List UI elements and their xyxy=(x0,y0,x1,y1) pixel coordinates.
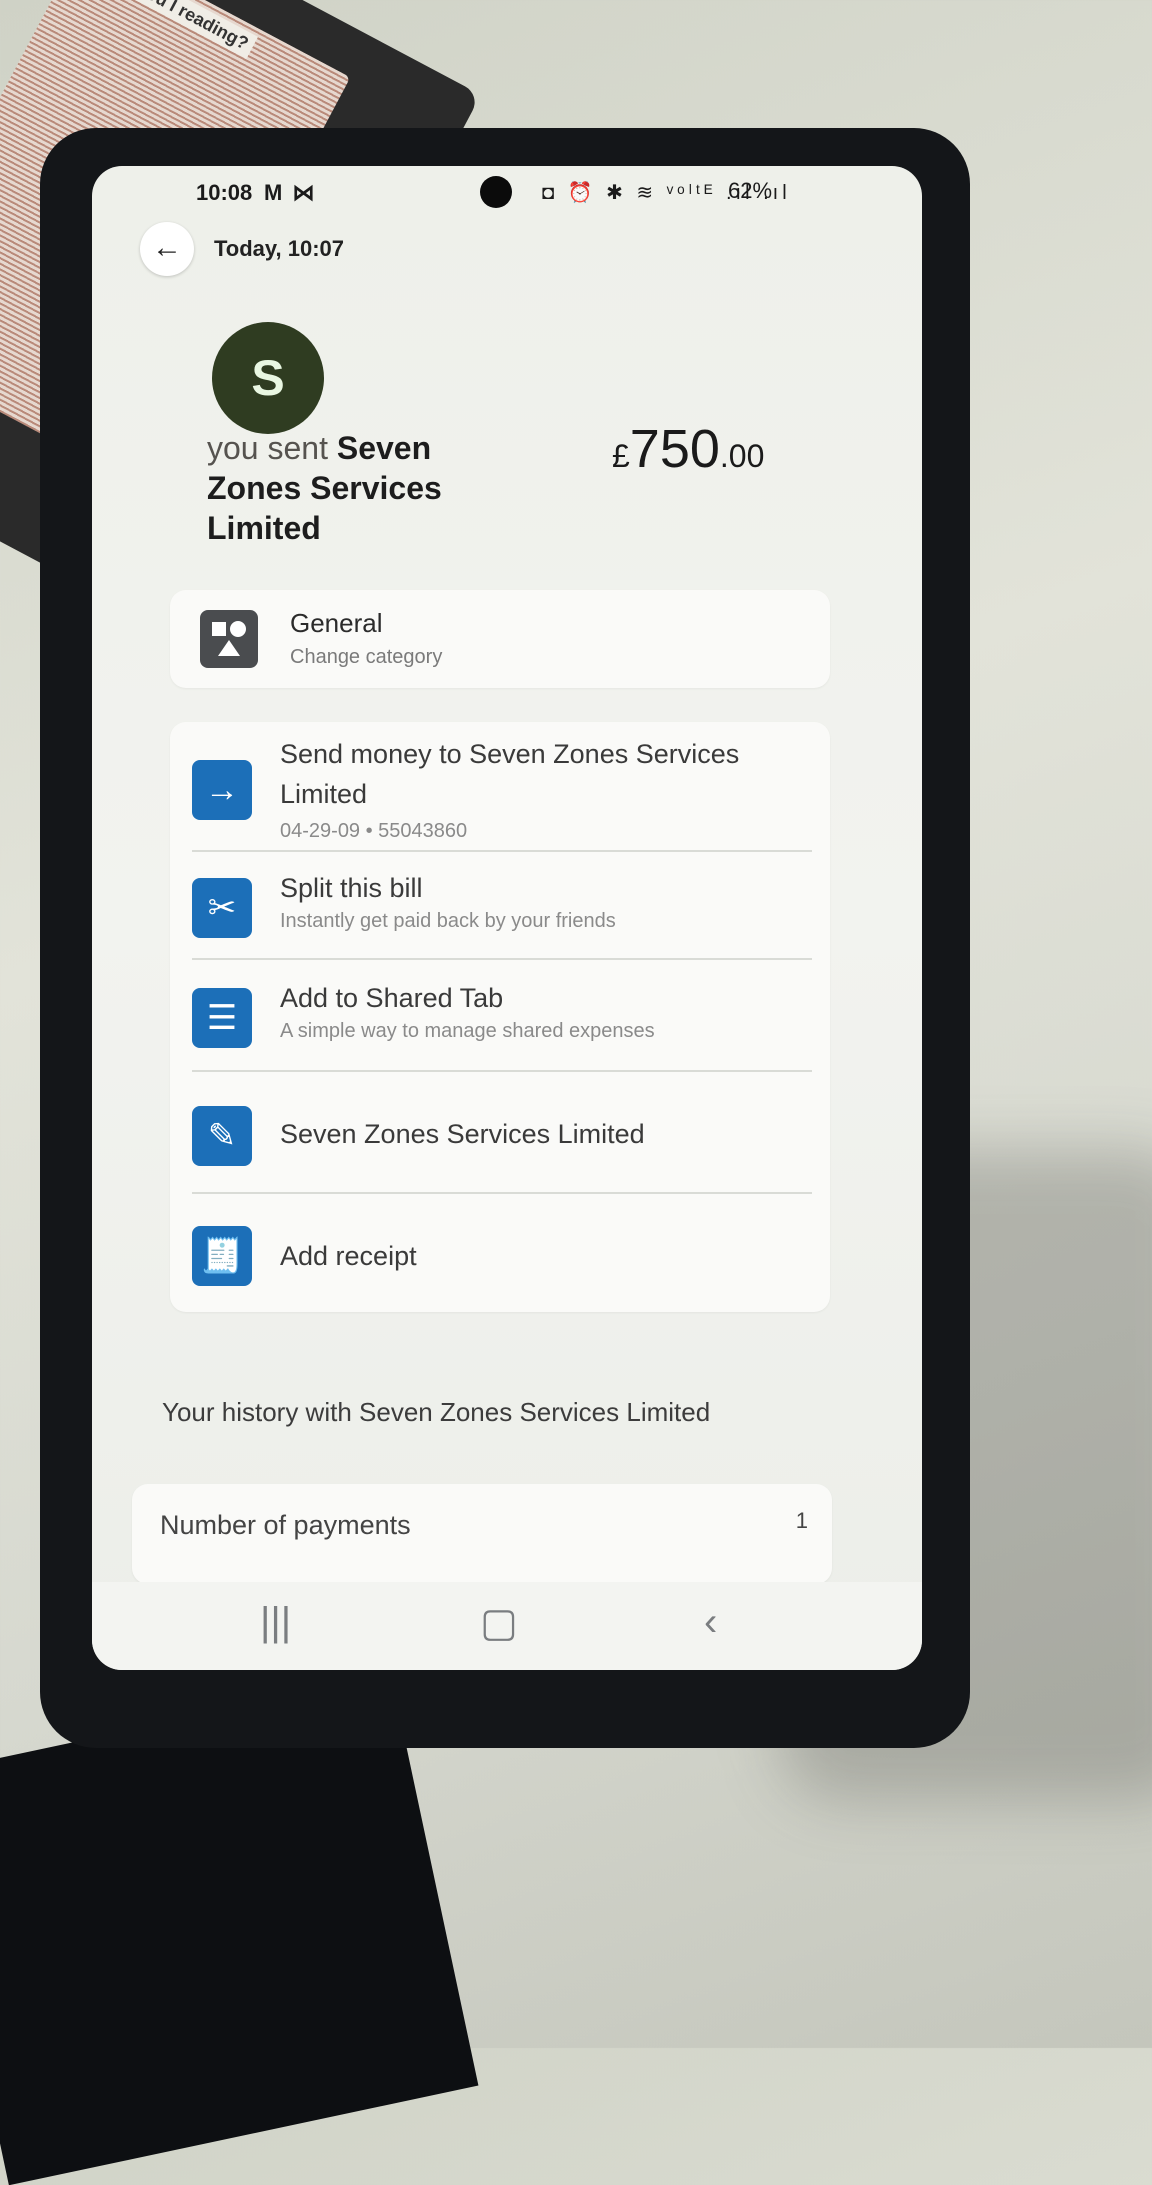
split-bill-row[interactable]: ✂ Split this bill Instantly get paid bac… xyxy=(170,862,830,952)
history-title: Your history with Seven Zones Services L… xyxy=(162,1397,711,1427)
split-bill-subtitle: Instantly get paid back by your friends xyxy=(280,910,616,932)
divider xyxy=(192,1070,812,1072)
battery-level: 62% xyxy=(728,178,773,203)
category-card[interactable]: General Change category xyxy=(170,590,830,688)
receipt-icon: 🧾 xyxy=(192,1226,252,1286)
amount-main: 750 xyxy=(629,419,720,479)
divider xyxy=(192,1192,812,1194)
send-money-row[interactable]: → Send money to Seven Zones Services Lim… xyxy=(170,734,830,844)
transaction-description: you sent Seven Zones Services Limited xyxy=(207,428,507,548)
history-value: 1 xyxy=(795,1508,808,1533)
transaction-amount: £750.00 xyxy=(612,418,764,480)
header: ← Today, 10:07 xyxy=(140,222,840,278)
pencil-icon: ✎ xyxy=(192,1106,252,1166)
status-time: 10:08 xyxy=(196,180,253,205)
change-category-link[interactable]: Change category xyxy=(290,646,442,669)
arrow-right-icon: → xyxy=(192,760,252,820)
transaction-prefix: you sent xyxy=(207,430,328,466)
arrow-left-icon: ← xyxy=(152,231,182,264)
shared-tab-subtitle: A simple way to manage shared expenses xyxy=(280,1020,655,1042)
camera-cutout xyxy=(480,176,512,208)
history-label: Number of payments xyxy=(160,1510,411,1540)
back-button[interactable]: ← xyxy=(140,222,194,276)
amount-decimal: .00 xyxy=(719,438,765,474)
history-card: Number of payments 1 xyxy=(132,1484,832,1584)
divider xyxy=(192,850,812,852)
account-details: 04-29-09 • 55043860 xyxy=(280,820,468,842)
category-title: General xyxy=(290,608,383,638)
split-bill-title: Split this bill xyxy=(280,873,423,903)
background-dark-object xyxy=(0,1674,479,2185)
home-button[interactable]: ▢ xyxy=(480,1600,518,1646)
send-money-title: Send money to Seven Zones Services Limit… xyxy=(280,739,740,809)
shared-tab-icon: ☰ xyxy=(192,988,252,1048)
split-bill-icon: ✂ xyxy=(192,878,252,938)
status-bar: 10:08 M ⋈ ◘ ⏰ ✱ ≋ ᵛᵒˡᵗᴱ .ıl .ıl 62% xyxy=(92,166,922,220)
edit-name-row[interactable]: ✎ Seven Zones Services Limited xyxy=(170,1084,830,1184)
edit-payee-name: Seven Zones Services Limited xyxy=(280,1119,645,1149)
currency-symbol: £ xyxy=(612,438,630,474)
phone-screen: 10:08 M ⋈ ◘ ⏰ ✱ ≋ ᵛᵒˡᵗᴱ .ıl .ıl 62% ← To… xyxy=(92,166,922,1670)
add-receipt-title: Add receipt xyxy=(280,1241,417,1271)
nav-back-button[interactable]: ‹ xyxy=(704,1600,717,1645)
actions-card: → Send money to Seven Zones Services Lim… xyxy=(170,722,830,1312)
category-shapes-icon xyxy=(200,610,258,668)
divider xyxy=(192,958,812,960)
header-title: Today, 10:07 xyxy=(214,236,345,261)
shared-tab-title: Add to Shared Tab xyxy=(280,983,504,1013)
system-nav-bar: ||| ▢ ‹ xyxy=(92,1582,922,1670)
recents-button[interactable]: ||| xyxy=(260,1600,291,1645)
shared-tab-row[interactable]: ☰ Add to Shared Tab A simple way to mana… xyxy=(170,972,830,1062)
notification-icons: M ⋈ xyxy=(264,180,317,205)
add-receipt-row[interactable]: 🧾 Add receipt xyxy=(170,1206,830,1306)
payee-avatar: S xyxy=(212,322,324,434)
